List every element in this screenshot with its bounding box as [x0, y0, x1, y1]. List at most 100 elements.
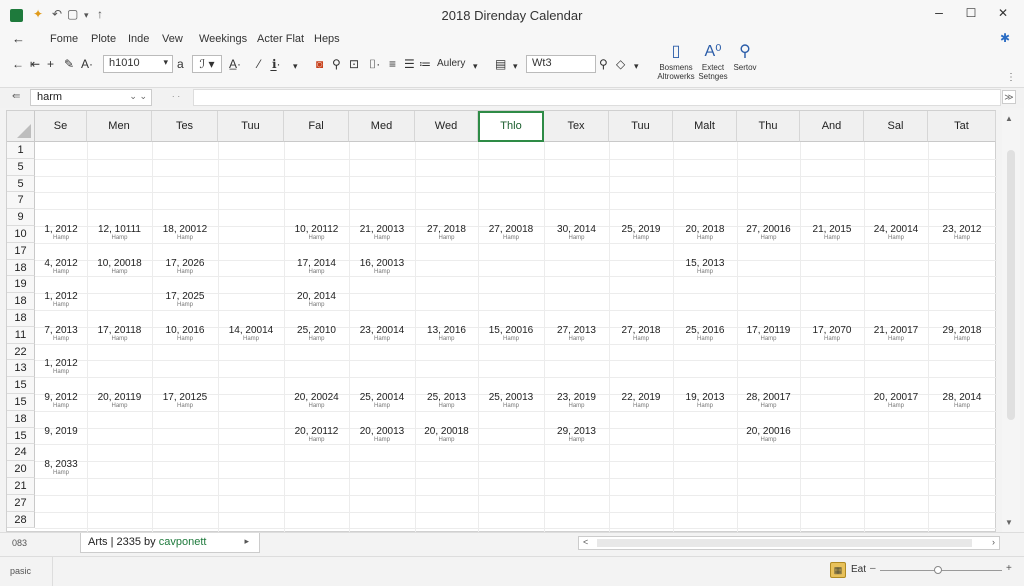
font-size-box[interactable]: h1010 ▾	[103, 55, 173, 73]
table-dropdown-icon[interactable]: ▾	[513, 58, 518, 74]
column-header-13[interactable]: And	[800, 111, 864, 142]
date-cell[interactable]: 21, 20013 Hamp	[349, 224, 415, 242]
font-size-dropdown-icon[interactable]: ▾	[163, 57, 168, 68]
column-header-3[interactable]: Tes	[152, 111, 218, 142]
pin-icon[interactable]: ⇚	[12, 91, 20, 102]
align-left-icon[interactable]: ⌷·	[369, 56, 380, 72]
date-cell[interactable]: 10, 20112 Hamp	[284, 224, 349, 242]
view-label[interactable]: Eat	[851, 564, 866, 575]
date-cell[interactable]: 29, 2013 Hamp	[544, 426, 609, 444]
row-header[interactable]: 27	[7, 494, 35, 512]
column-header-4[interactable]: Tuu	[218, 111, 284, 142]
expand-formula-icon[interactable]: ≫	[1002, 90, 1016, 104]
row-header[interactable]: 1	[7, 142, 35, 159]
align-center-icon[interactable]: ≡	[389, 56, 396, 72]
date-cell[interactable]: 20, 2014 Hamp	[284, 291, 349, 309]
row-header[interactable]: 13	[7, 360, 35, 378]
menu-vew[interactable]: Vew	[162, 33, 183, 45]
zoom-slider-knob[interactable]	[934, 566, 942, 574]
zoom-in-icon[interactable]: +	[1006, 563, 1012, 574]
table-icon[interactable]: ▤	[495, 56, 506, 72]
pen-icon[interactable]: ✎	[64, 56, 74, 72]
vertical-scrollbar[interactable]: ▲ ▼	[1002, 110, 1020, 532]
row-header[interactable]: 24	[7, 444, 35, 462]
row-header[interactable]: 18	[7, 259, 35, 277]
date-cell[interactable]: 20, 20024 Hamp	[284, 392, 349, 410]
close-button[interactable]: ✕	[988, 6, 1018, 20]
date-cell[interactable]: 15, 20016 Hamp	[478, 325, 544, 343]
format-painter-icon[interactable]: ⊡	[349, 56, 359, 72]
date-cell[interactable]: 23, 2012 Hamp	[928, 224, 996, 242]
arrow-left-icon[interactable]: ←	[12, 56, 24, 72]
toolbar-dropdown-icon[interactable]: ▾	[293, 58, 298, 74]
arrow-icon[interactable]: ⇤	[30, 56, 40, 72]
menu-heps[interactable]: Heps	[314, 33, 340, 45]
row-header[interactable]: 28	[7, 511, 35, 529]
sheet-tab[interactable]: Arts | 2335 by cavponett ▸	[80, 533, 260, 553]
menu-inde[interactable]: Inde	[128, 33, 149, 45]
scroll-right-icon[interactable]: ›	[992, 537, 995, 547]
date-cell[interactable]: 9, 2012 Hamp	[35, 392, 87, 410]
plus-icon[interactable]: +	[47, 56, 54, 72]
border-icon[interactable]: ⚲	[332, 56, 341, 72]
date-cell[interactable]: 4, 2012 Hamp	[35, 258, 87, 276]
date-cell[interactable]: 1, 2012 Hamp	[35, 358, 87, 376]
date-cell[interactable]: 20, 20112 Hamp	[284, 426, 349, 444]
date-cell[interactable]: 28, 2014 Hamp	[928, 392, 996, 410]
date-cell[interactable]: 22, 2019 Hamp	[609, 392, 673, 410]
row-header[interactable]: 15	[7, 377, 35, 394]
date-cell[interactable]: 8, 2033 Hamp	[35, 459, 87, 477]
date-cell[interactable]: 25, 2019 Hamp	[609, 224, 673, 242]
date-cell[interactable]: 23, 20014 Hamp	[349, 325, 415, 343]
row-header[interactable]: 17	[7, 242, 35, 260]
font-color-icon[interactable]: A̲·	[229, 56, 241, 72]
date-cell[interactable]: 21, 20017 Hamp	[864, 325, 928, 343]
date-cell[interactable]: 25, 2013 Hamp	[415, 392, 478, 410]
column-header-6[interactable]: Med	[349, 111, 415, 142]
horizontal-scroll-thumb[interactable]	[597, 539, 972, 547]
column-header-9[interactable]: Tex	[544, 111, 609, 142]
date-cell[interactable]: 30, 2014 Hamp	[544, 224, 609, 242]
row-header[interactable]: 15	[7, 394, 35, 411]
date-cell[interactable]: 13, 2016 Hamp	[415, 325, 478, 343]
next-sheet-icon[interactable]: ▸	[244, 536, 249, 547]
align-right-icon[interactable]: ☰	[404, 56, 415, 72]
row-header[interactable]: 5	[7, 158, 35, 176]
row-header[interactable]: 18	[7, 310, 35, 327]
date-cell[interactable]: 27, 20016 Hamp	[737, 224, 800, 242]
date-cell[interactable]: 23, 2019 Hamp	[544, 392, 609, 410]
menu-weekings[interactable]: Weekings	[199, 33, 247, 45]
date-cell[interactable]: 17, 20119 Hamp	[737, 325, 800, 343]
style-box[interactable]: Wt3	[526, 55, 596, 73]
row-header[interactable]: 19	[7, 276, 35, 294]
date-cell[interactable]: 20, 2018 Hamp	[673, 224, 737, 242]
date-cell[interactable]: 16, 20013 Hamp	[349, 258, 415, 276]
minimize-button[interactable]: –	[924, 4, 954, 20]
date-cell[interactable]: 20, 20013 Hamp	[349, 426, 415, 444]
date-cell[interactable]: 25, 20013 Hamp	[478, 392, 544, 410]
select-all-corner[interactable]	[7, 111, 35, 142]
column-header-2[interactable]: Men	[87, 111, 152, 142]
name-box-dropdown-icon[interactable]: ⌄ ⌄	[129, 91, 147, 102]
date-cell[interactable]: 27, 2018 Hamp	[415, 224, 478, 242]
column-header-14[interactable]: Sal	[864, 111, 928, 142]
column-header-15[interactable]: Tat	[928, 111, 996, 142]
menu-acter-flat[interactable]: Acter Flat	[257, 33, 304, 45]
menu-plote[interactable]: Plote	[91, 33, 116, 45]
date-cell[interactable]: 29, 2018 Hamp	[928, 325, 996, 343]
brush-icon[interactable]: ⁄	[258, 56, 260, 72]
tag-icon[interactable]: ◇	[616, 56, 625, 72]
date-cell[interactable]: 25, 20014 Hamp	[349, 392, 415, 410]
italic-style-box[interactable]: ℐ ▾	[192, 55, 222, 73]
sertov-button[interactable]: ⚲ Sertov	[725, 43, 765, 72]
zoom-out-icon[interactable]: –	[870, 563, 876, 574]
row-header[interactable]: 11	[7, 326, 35, 344]
fill-icon[interactable]: ◙	[316, 56, 323, 72]
row-header[interactable]: 15	[7, 427, 35, 445]
column-header-8[interactable]: Thlo	[478, 111, 544, 142]
date-cell[interactable]: 17, 2070 Hamp	[800, 325, 864, 343]
date-cell[interactable]: 27, 2013 Hamp	[544, 325, 609, 343]
column-header-11[interactable]: Malt	[673, 111, 737, 142]
date-cell[interactable]: 1, 2012 Hamp	[35, 291, 87, 309]
row-header[interactable]: 5	[7, 175, 35, 193]
